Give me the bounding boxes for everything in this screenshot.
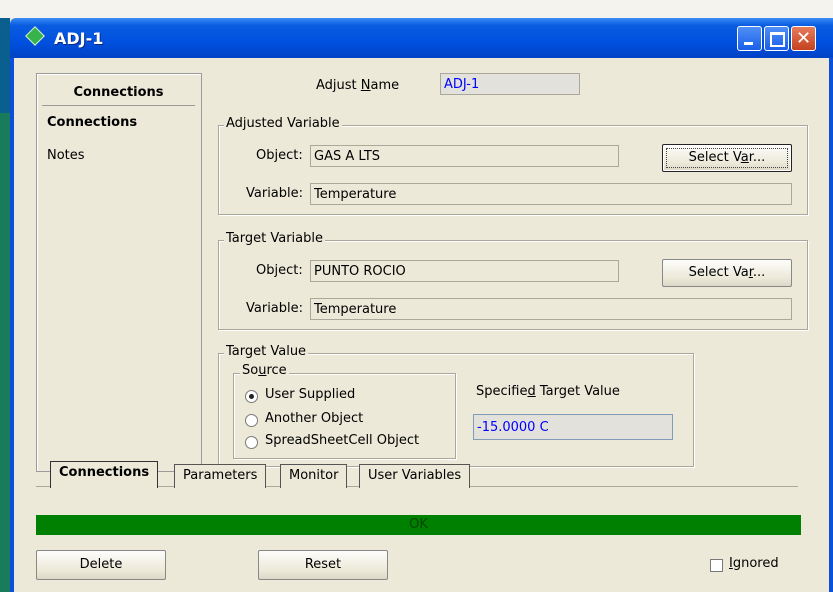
ignored-label[interactable]: Ignored xyxy=(729,556,779,571)
target-variable-title: Target Variable xyxy=(224,231,325,246)
window-frame-right xyxy=(829,58,833,592)
window-title: ADJ-1 xyxy=(54,29,104,48)
nav-item-notes[interactable]: Notes xyxy=(47,148,85,163)
source-title: Source xyxy=(240,363,289,378)
another-object-label[interactable]: Another Object xyxy=(265,411,363,426)
spreadsheetcell-object-radio[interactable] xyxy=(245,436,258,449)
specified-target-value-label: Specified Target Value xyxy=(476,384,620,399)
reset-button[interactable]: Reset xyxy=(258,550,388,580)
target-value-title: Target Value xyxy=(224,344,309,359)
tab-connections[interactable]: Connections xyxy=(50,461,159,488)
ignored-checkbox[interactable] xyxy=(710,559,723,572)
page-nav-list: Connections Connections Notes xyxy=(36,73,202,472)
target-object-label: Object: xyxy=(256,263,303,278)
adjusted-select-var-button[interactable]: Select Var... xyxy=(662,144,792,172)
maximize-icon xyxy=(770,32,785,47)
nav-header: Connections xyxy=(42,81,195,106)
minimize-button[interactable] xyxy=(737,26,762,51)
target-object-field: PUNTO ROCIO xyxy=(310,260,619,282)
adjusted-object-label: Object: xyxy=(256,148,303,163)
adjust-name-label: Adjust Name xyxy=(316,78,400,93)
nav-item-connections[interactable]: Connections xyxy=(47,115,137,130)
tab-user-variables[interactable]: User Variables xyxy=(359,464,471,488)
minimize-icon xyxy=(744,42,753,45)
background-app-panel xyxy=(0,18,10,592)
delete-button[interactable]: Delete xyxy=(36,550,166,580)
target-variable-field: Temperature xyxy=(310,298,792,320)
adjust-name-input[interactable]: ADJ-1 xyxy=(440,73,580,95)
tab-monitor[interactable]: Monitor xyxy=(280,464,348,488)
adjust-operation-icon xyxy=(25,26,45,46)
adjusted-object-field: GAS A LTS xyxy=(310,145,619,167)
close-icon: ✕ xyxy=(795,28,812,49)
target-variable-label: Variable: xyxy=(246,301,304,316)
adjusted-variable-title: Adjusted Variable xyxy=(224,116,342,131)
user-supplied-radio[interactable] xyxy=(245,390,258,403)
another-object-radio[interactable] xyxy=(245,414,258,427)
status-bar: OK xyxy=(36,515,801,535)
user-supplied-label[interactable]: User Supplied xyxy=(265,387,355,402)
maximize-button[interactable] xyxy=(764,26,789,51)
tab-parameters[interactable]: Parameters xyxy=(174,464,267,488)
close-button[interactable]: ✕ xyxy=(791,26,816,51)
target-select-var-button[interactable]: Select Var... xyxy=(662,259,792,287)
spreadsheetcell-object-label[interactable]: SpreadSheetCell Object xyxy=(265,433,419,448)
background-app-toolbar xyxy=(0,0,833,19)
title-bar[interactable]: ADJ-1 ✕ xyxy=(10,18,833,58)
adjust-dialog-window: ADJ-1 ✕ Connections Connections Notes Ad… xyxy=(10,18,833,592)
specified-target-value-input[interactable]: -15.0000 C xyxy=(473,414,673,440)
adjusted-variable-field: Temperature xyxy=(310,183,792,205)
window-frame-left xyxy=(10,58,14,592)
adjusted-variable-label: Variable: xyxy=(246,186,304,201)
